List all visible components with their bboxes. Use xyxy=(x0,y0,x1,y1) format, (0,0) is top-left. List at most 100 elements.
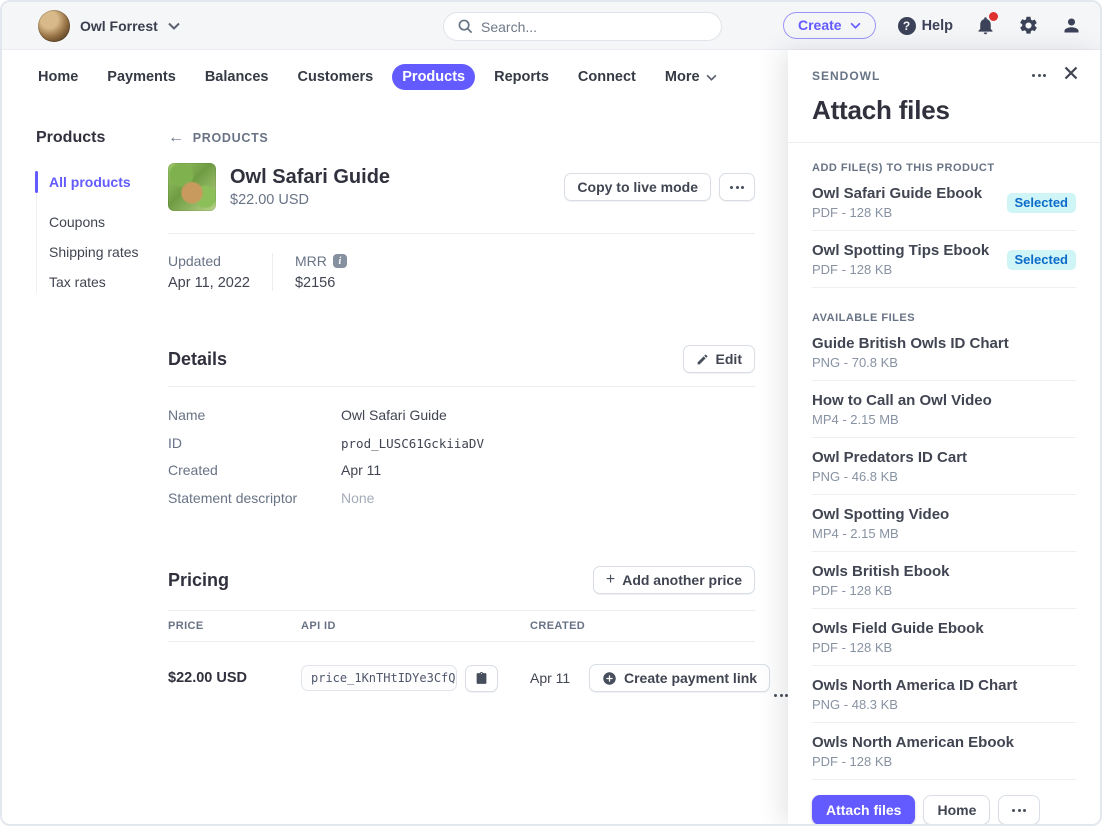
products-sidebar: Products All products Coupons Shipping r… xyxy=(36,103,168,710)
footer-overflow-button[interactable] xyxy=(998,795,1040,825)
details-rows: Name Owl Safari Guide ID prod_LUSC61Gcki… xyxy=(168,402,755,512)
price-value: $22.00 USD xyxy=(168,670,301,686)
add-price-label: Add another price xyxy=(622,572,742,588)
product-stats: Updated Apr 11, 2022 MRR i $2156 xyxy=(168,234,755,291)
available-file-item[interactable]: Owls Field Guide Ebook PDF - 128 KB xyxy=(812,609,1076,666)
profile-button[interactable] xyxy=(1061,15,1082,36)
help-label: Help xyxy=(922,18,953,34)
question-circle-icon: ? xyxy=(898,17,916,35)
top-bar: Owl Forrest Search... Create ? Help xyxy=(2,2,1100,50)
sidebar-item-all-products[interactable]: All products xyxy=(37,171,168,193)
col-created: CREATED xyxy=(530,620,755,632)
pricing-heading: Pricing xyxy=(168,570,229,591)
pencil-icon xyxy=(696,353,709,366)
detail-row-id: ID prod_LUSC61GckiiaDV xyxy=(168,430,755,458)
api-id-pill[interactable]: price_1KnTHtIDYe3CfQ xyxy=(301,665,457,691)
available-file-item[interactable]: Owls British Ebook PDF - 128 KB xyxy=(812,552,1076,609)
help-button[interactable]: ? Help xyxy=(898,17,953,35)
nav-item-products[interactable]: Products xyxy=(392,64,475,90)
plus-icon: + xyxy=(606,572,615,588)
available-file-item[interactable]: Owl Spotting Video MP4 - 2.15 MB xyxy=(812,495,1076,552)
product-actions: Copy to live mode xyxy=(564,173,755,201)
nav-item-payments[interactable]: Payments xyxy=(97,64,186,90)
available-file-item[interactable]: Owls North America ID Chart PNG - 48.3 K… xyxy=(812,666,1076,723)
app-window: Owl Forrest Search... Create ? Help xyxy=(0,0,1102,826)
search-input[interactable]: Search... xyxy=(443,12,722,41)
breadcrumb[interactable]: ← PRODUCTS xyxy=(168,130,755,146)
available-section-label: AVAILABLE FILES xyxy=(812,312,1076,324)
attach-files-button[interactable]: Attach files xyxy=(812,795,915,825)
account-avatar xyxy=(38,10,70,42)
nav-item-connect[interactable]: Connect xyxy=(568,64,646,90)
copy-api-id-button[interactable] xyxy=(465,665,498,692)
detail-row-statement-descriptor: Statement descriptor None xyxy=(168,485,755,513)
available-file-item[interactable]: Guide British Owls ID Chart PNG - 70.8 K… xyxy=(812,324,1076,381)
nav-item-more[interactable]: More xyxy=(655,64,727,90)
updated-label: Updated xyxy=(168,253,250,269)
add-another-price-button[interactable]: + Add another price xyxy=(593,566,755,594)
notifications-button[interactable] xyxy=(975,15,996,36)
attached-file-item[interactable]: Owl Spotting Tips Ebook PDF - 128 KB Sel… xyxy=(812,231,1076,288)
sidebar-item-coupons[interactable]: Coupons xyxy=(37,211,168,233)
nav-item-home[interactable]: Home xyxy=(28,64,88,90)
nav-item-reports[interactable]: Reports xyxy=(484,64,559,90)
home-button[interactable]: Home xyxy=(923,795,990,825)
chevron-down-icon xyxy=(168,22,180,30)
created-value: Apr 11 xyxy=(530,670,589,686)
divider xyxy=(168,386,755,387)
create-button-label: Create xyxy=(798,17,842,33)
chevron-down-icon xyxy=(850,22,861,29)
panel-app-name: SENDOWL xyxy=(812,69,880,83)
create-payment-link-label: Create payment link xyxy=(624,670,757,686)
gear-icon xyxy=(1018,15,1039,36)
product-thumbnail xyxy=(168,163,216,211)
close-icon[interactable] xyxy=(1064,66,1078,85)
product-overflow-button[interactable] xyxy=(719,173,755,201)
available-file-item[interactable]: Owls North American Ebook PDF - 128 KB xyxy=(812,723,1076,780)
price-row-overflow-icon[interactable] xyxy=(774,694,788,697)
updated-value: Apr 11, 2022 xyxy=(168,275,250,291)
pricing-row: $22.00 USD price_1KnTHtIDYe3CfQ Apr 11 C xyxy=(168,642,755,710)
details-heading: Details xyxy=(168,349,227,370)
overflow-icon xyxy=(730,186,744,189)
col-price: PRICE xyxy=(168,620,301,632)
product-detail: ← PRODUCTS Owl Safari Guide $22.00 USD C… xyxy=(168,103,755,710)
copy-to-live-mode-button[interactable]: Copy to live mode xyxy=(564,173,711,201)
pricing-table-header: PRICE API ID CREATED xyxy=(168,610,755,642)
edit-button-label: Edit xyxy=(716,351,742,367)
person-icon xyxy=(1061,15,1082,36)
sidebar-item-tax-rates[interactable]: Tax rates xyxy=(37,271,168,293)
create-payment-link-button[interactable]: Create payment link xyxy=(589,664,770,692)
status-badge: Selected xyxy=(1007,193,1076,213)
sendowl-panel: SENDOWL Attach files ADD FILE(S) TO THIS… xyxy=(788,50,1100,824)
col-api-id: API ID xyxy=(301,620,530,632)
updated-stat: Updated Apr 11, 2022 xyxy=(168,253,272,291)
product-title: Owl Safari Guide xyxy=(230,166,390,189)
panel-title: Attach files xyxy=(788,85,1100,126)
settings-button[interactable] xyxy=(1018,15,1039,36)
info-icon[interactable]: i xyxy=(333,254,347,268)
topbar-actions: Create ? Help xyxy=(783,12,1082,39)
edit-button[interactable]: Edit xyxy=(683,345,755,373)
product-header: Owl Safari Guide $22.00 USD Copy to live… xyxy=(168,163,755,211)
mrr-value: $2156 xyxy=(295,275,347,291)
detail-row-name: Name Owl Safari Guide xyxy=(168,402,755,430)
pricing-table: PRICE API ID CREATED $22.00 USD price_1K… xyxy=(168,610,755,710)
attached-file-item[interactable]: Owl Safari Guide Ebook PDF - 128 KB Sele… xyxy=(812,174,1076,231)
detail-row-created: Created Apr 11 xyxy=(168,457,755,485)
create-button[interactable]: Create xyxy=(783,12,876,39)
search-icon xyxy=(458,19,473,34)
nav-item-customers[interactable]: Customers xyxy=(288,64,384,90)
nav-item-balances[interactable]: Balances xyxy=(195,64,279,90)
account-switcher[interactable]: Owl Forrest xyxy=(38,10,180,42)
breadcrumb-label: PRODUCTS xyxy=(193,131,269,145)
mrr-stat: MRR i $2156 xyxy=(272,253,369,291)
available-file-item[interactable]: How to Call an Owl Video MP4 - 2.15 MB xyxy=(812,381,1076,438)
chevron-down-icon xyxy=(706,74,717,81)
nav-more-label: More xyxy=(665,69,700,85)
available-file-item[interactable]: Owl Predators ID Cart PNG - 46.8 KB xyxy=(812,438,1076,495)
panel-overflow-icon[interactable] xyxy=(1032,74,1046,77)
arrow-left-icon: ← xyxy=(168,130,185,146)
sidebar-item-shipping-rates[interactable]: Shipping rates xyxy=(37,241,168,263)
search-placeholder: Search... xyxy=(481,19,537,35)
